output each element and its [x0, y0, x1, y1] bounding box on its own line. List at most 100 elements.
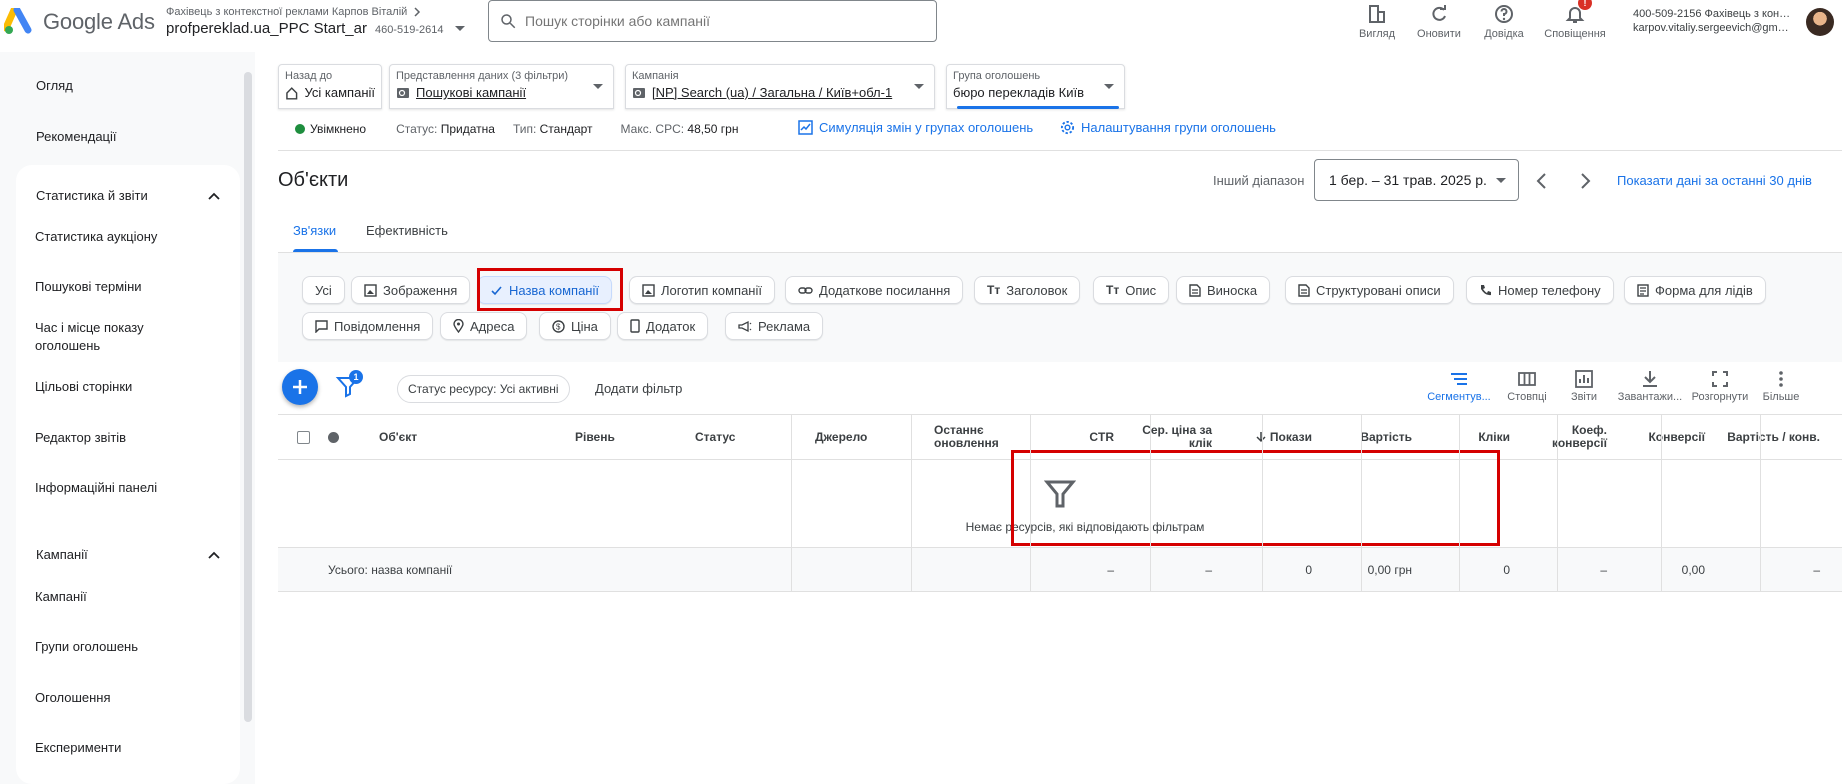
chip-sitelink[interactable]: Додаткове посилання [785, 276, 964, 304]
campaign-caption: Кампанія [632, 70, 679, 82]
notifications-button[interactable]: ! Сповіщення [1540, 0, 1610, 40]
back-to-caption: Назад до [285, 70, 333, 82]
sidebar-section-stats: Статистика й звіти [16, 165, 240, 569]
col-divider [1661, 414, 1662, 592]
sidebar-item-when-where[interactable]: Час і місце показу оголошень [35, 319, 205, 355]
chip-images[interactable]: Зображення [351, 276, 471, 304]
avatar[interactable] [1806, 8, 1834, 36]
sidebar-section-campaigns-title[interactable]: Кампанії [36, 547, 88, 562]
account-owner-breadcrumb[interactable]: Фахівець з контекстної реклами Карпов Ві… [166, 6, 421, 18]
search-box[interactable] [488, 0, 937, 42]
campaign-value: [NP] Search (ua) / Загальна / Київ+обл-1 [652, 85, 893, 100]
tab-associations[interactable]: Зв'язки [293, 223, 336, 238]
chip-callout[interactable]: Виноска [1176, 276, 1271, 304]
expand-button[interactable]: Розгорнути [1685, 370, 1755, 403]
ad-group-selector[interactable]: Група оголошень бюро перекладів Київ [946, 64, 1125, 109]
ad-group-settings-link[interactable]: Налаштування групи оголошень [1060, 120, 1276, 135]
user-account-info[interactable]: 400-509-2156 Фахівець з кон… karpov.vita… [1633, 7, 1790, 35]
total-cost-per-conv: – [1813, 563, 1820, 577]
chip-app[interactable]: Додаток [617, 312, 709, 340]
ad-group-value: бюро перекладів Київ [953, 85, 1084, 100]
chip-headline[interactable]: Tт Заголовок [974, 276, 1081, 304]
col-conv-rate[interactable]: Коеф. конверсії [1525, 415, 1607, 459]
download-label: Завантажи... [1617, 391, 1683, 403]
sidebar-item-search-terms[interactable]: Пошукові терміни [35, 278, 205, 296]
tab-performance[interactable]: Ефективність [366, 223, 448, 238]
col-cost-per-conv[interactable]: Вартість / конв. [1722, 415, 1820, 459]
text-icon: Tт [987, 283, 1001, 297]
previous-period-icon[interactable] [1530, 169, 1554, 193]
chip-promotion[interactable]: Реклама [725, 312, 824, 340]
more-button[interactable]: Більше [1751, 370, 1811, 403]
refresh-button[interactable]: Оновити [1412, 0, 1466, 40]
top-bar: Google Ads Фахівець з контекстної реклам… [0, 0, 1842, 52]
help-button[interactable]: Довідка [1478, 0, 1530, 40]
search-input[interactable] [525, 13, 905, 29]
sidebar-item-experiments[interactable]: Експерименти [35, 739, 205, 757]
sidebar-item-report-editor[interactable]: Редактор звітів [35, 429, 205, 447]
date-range-label: Інший діапазон [1213, 173, 1305, 188]
add-button[interactable] [282, 369, 318, 405]
chip-business-logo[interactable]: Логотип компанії [629, 276, 775, 304]
enabled-status[interactable]: Увімкнено [310, 122, 366, 136]
sidebar-item-ads[interactable]: Оголошення [35, 689, 205, 707]
sidebar-item-dashboards[interactable]: Інформаційні панелі [35, 479, 205, 497]
chip-lead-form[interactable]: Форма для лідів [1624, 276, 1766, 304]
select-all-checkbox[interactable] [297, 415, 317, 459]
cpc-value[interactable]: 48,50 грн [687, 122, 738, 136]
reports-button[interactable]: Звіти [1549, 370, 1619, 403]
col-divider [1030, 414, 1031, 592]
col-divider [1361, 414, 1362, 592]
chip-structured-snippets[interactable]: Структуровані описи [1285, 276, 1454, 304]
view-button[interactable]: Вигляд [1352, 0, 1402, 40]
chip-location[interactable]: Адреса [440, 312, 528, 340]
next-period-icon[interactable] [1573, 169, 1597, 193]
download-icon [1643, 371, 1657, 387]
chip-phone-number[interactable]: Номер телефону [1466, 276, 1614, 304]
col-status[interactable]: Статус [695, 415, 795, 459]
account-switcher[interactable]: profpereklad.ua_PPC Start_ar 460-519-261… [166, 20, 466, 37]
resource-status-filter-chip[interactable]: Статус ресурсу: Усі активні [397, 375, 570, 403]
sidebar-scrollbar[interactable] [244, 72, 252, 722]
chip-label: Повідомлення [334, 318, 421, 334]
view-selector[interactable]: Представлення даних (3 фільтри) Пошукові… [389, 64, 614, 109]
col-asset[interactable]: Об'єкт [379, 415, 519, 459]
sidebar-item-landing-pages[interactable]: Цільові сторінки [35, 378, 205, 396]
back-to-selector[interactable]: Назад до Усі кампанії [278, 64, 382, 109]
columns-label: Стовпці [1507, 391, 1547, 403]
chip-message[interactable]: Повідомлення [302, 312, 434, 340]
col-conversions[interactable]: Конверсії [1623, 415, 1705, 459]
type-value: Стандарт [539, 122, 593, 136]
total-conversions: 0,00 [1681, 563, 1705, 577]
chevron-up-icon[interactable] [208, 549, 220, 561]
chip-all[interactable]: Усі [302, 276, 345, 304]
add-filter-button[interactable]: Додати фільтр [595, 381, 682, 396]
chevron-up-icon[interactable] [208, 190, 220, 202]
col-source[interactable]: Джерело [815, 415, 915, 459]
chip-price[interactable]: $ Ціна [539, 312, 611, 340]
date-range-picker[interactable]: 1 бер. – 31 трав. 2025 р. [1314, 159, 1519, 201]
last-30-days-link[interactable]: Показати дані за останні 30 днів [1617, 173, 1812, 188]
segment-label: Сегментув... [1427, 391, 1491, 403]
account-dropdown-icon [455, 26, 466, 31]
sidebar-item-ad-groups[interactable]: Групи оголошень [35, 638, 205, 656]
enabled-status-icon [295, 124, 305, 134]
col-level[interactable]: Рівень [575, 415, 675, 459]
highlight-box-chip [477, 268, 623, 311]
sidebar-item-campaigns[interactable]: Кампанії [35, 588, 205, 606]
total-avg-cpc: – [1205, 563, 1212, 577]
google-ads-logo[interactable] [4, 8, 34, 36]
sidebar-item-auction-insights[interactable]: Статистика аукціону [35, 228, 205, 246]
simulate-changes-link[interactable]: Симуляція змін у групах оголошень [798, 120, 1033, 135]
segment-button[interactable]: Сегментув... [1419, 370, 1499, 403]
sidebar-item-overview[interactable]: Огляд [36, 78, 73, 93]
expand-icon [1712, 371, 1728, 387]
sidebar-section-stats-title[interactable]: Статистика й звіти [36, 188, 148, 203]
download-button[interactable]: Завантажи... [1610, 370, 1690, 403]
campaign-selector[interactable]: Кампанія [NP] Search (ua) / Загальна / К… [625, 64, 935, 109]
chip-description[interactable]: Tт Опис [1093, 276, 1170, 304]
reports-icon [1575, 370, 1593, 388]
sidebar-item-recommendations[interactable]: Рекомендації [36, 129, 117, 144]
image-icon [364, 283, 377, 297]
pin-icon [453, 319, 464, 333]
